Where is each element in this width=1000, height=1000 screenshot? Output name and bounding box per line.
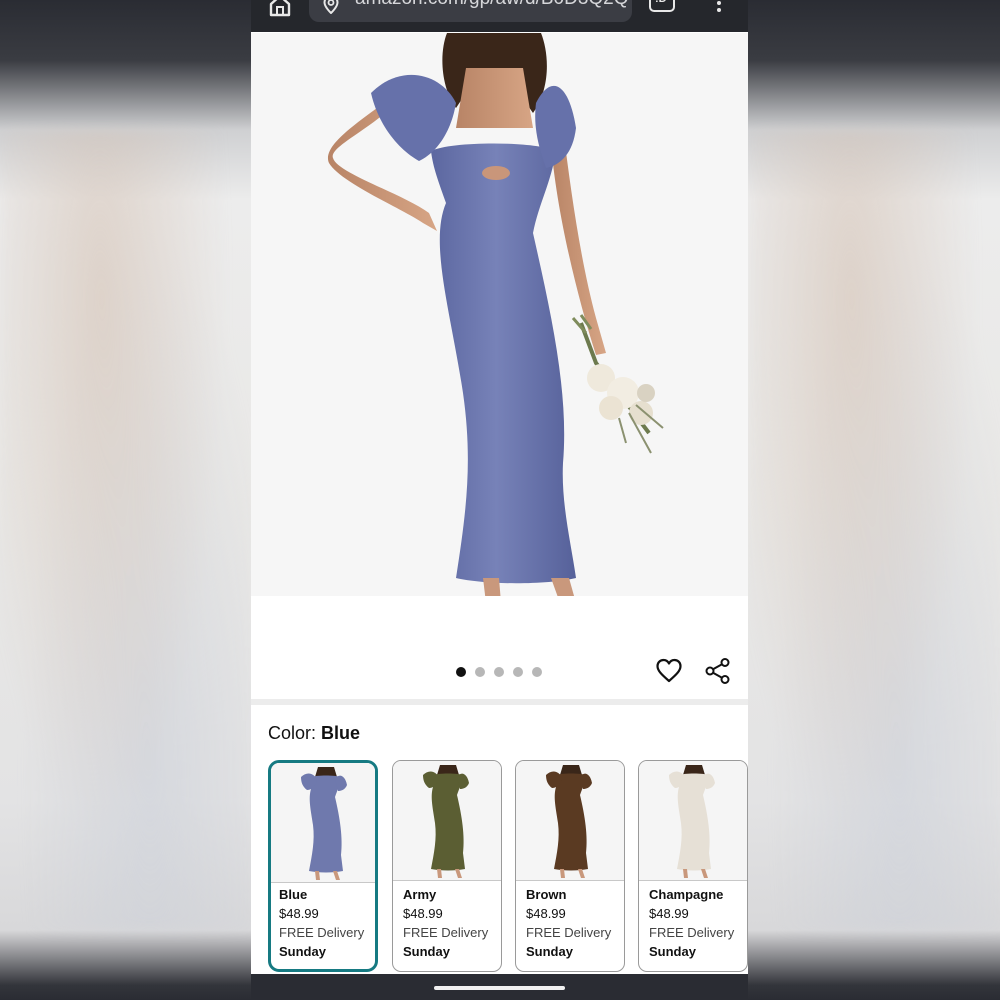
swatch-price: $48.99 [279,906,319,921]
swatch-price: $48.99 [526,906,566,921]
hero-bottom-band [251,596,748,635]
swatch-delivery-day: Sunday [526,944,573,959]
swatch-color-name: Army [403,887,437,902]
color-swatch-brown[interactable]: Brown $48.99 FREE Delivery Sunday [515,760,625,972]
product-hero-image[interactable] [251,33,748,635]
swatch-thumbnail [516,761,624,881]
section-divider [251,699,748,705]
swatch-thumbnail [271,763,375,883]
model-in-dress-illustration [251,33,748,635]
gallery-dot-5[interactable] [532,667,542,677]
share-icon[interactable] [704,657,732,685]
swatch-delivery-day: Sunday [279,944,326,959]
swatch-price: $48.99 [403,906,443,921]
phone-screen: amazon.com/gp/aw/d/B0D3Q2Q :D [251,0,748,1000]
tabs-switcher-icon[interactable]: :D [649,0,675,12]
gallery-dot-1[interactable] [456,667,466,677]
swatch-thumbnail [639,761,747,881]
url-text: amazon.com/gp/aw/d/B0D3Q2Q [355,0,629,10]
site-info-icon[interactable] [321,0,341,14]
color-swatch-army[interactable]: Army $48.99 FREE Delivery Sunday [392,760,502,972]
address-bar[interactable]: amazon.com/gp/aw/d/B0D3Q2Q [309,0,632,22]
swatch-delivery: FREE Delivery [649,925,735,940]
gallery-dot-2[interactable] [475,667,485,677]
home-icon[interactable] [267,0,293,18]
swatch-delivery-day: Sunday [403,944,450,959]
swatch-info: Champagne $48.99 FREE Delivery Sunday [649,885,734,961]
system-navigation-bar [251,974,748,1000]
swatch-thumbnail [393,761,501,881]
background-blur-left [0,130,250,930]
swatch-delivery: FREE Delivery [279,925,365,940]
swatch-info: Army $48.99 FREE Delivery Sunday [403,885,488,961]
gallery-dot-4[interactable] [513,667,523,677]
swatch-price: $48.99 [649,906,689,921]
color-label-prefix: Color: [268,723,322,743]
color-selection-label: Color: Blue [268,723,360,744]
color-selected-value: Blue [321,723,361,743]
swatch-info: Brown $48.99 FREE Delivery Sunday [526,885,611,961]
swatch-color-name: Champagne [649,887,724,902]
color-swatch-champagne[interactable]: Champagne $48.99 FREE Delivery Sunday [638,760,748,972]
color-swatch-blue[interactable]: Blue $48.99 FREE Delivery Sunday [268,760,378,972]
swatch-color-name: Brown [526,887,567,902]
swatch-delivery: FREE Delivery [403,925,489,940]
heart-icon[interactable] [655,657,683,685]
home-indicator[interactable] [434,986,565,990]
gallery-controls [251,637,748,699]
swatch-delivery-day: Sunday [649,944,696,959]
overflow-menu-icon[interactable] [713,0,725,12]
tab-count: :D [655,0,667,5]
browser-toolbar: amazon.com/gp/aw/d/B0D3Q2Q :D [251,0,748,32]
swatch-info: Blue $48.99 FREE Delivery Sunday [279,885,364,961]
gallery-dot-3[interactable] [494,667,504,677]
swatch-delivery: FREE Delivery [526,925,612,940]
background-blur-right [750,130,1000,930]
swatch-color-name: Blue [279,887,308,902]
